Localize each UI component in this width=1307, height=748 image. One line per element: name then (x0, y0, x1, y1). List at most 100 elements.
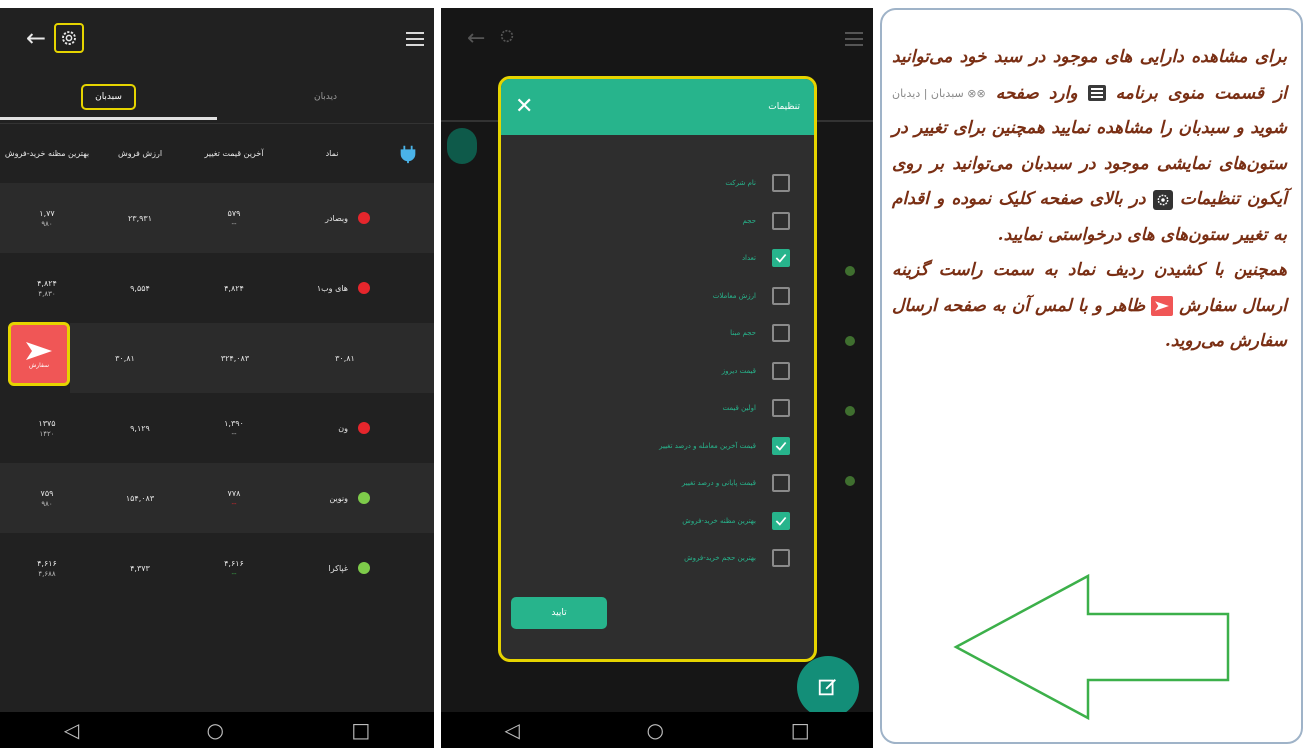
send-order-button[interactable]: سفارش (8, 322, 70, 386)
best-price: ۱۳۷۵ (38, 418, 56, 428)
settings-button[interactable] (54, 23, 84, 53)
status-dot (358, 212, 370, 224)
checkbox-unchecked[interactable] (772, 286, 790, 305)
plugin-icon[interactable] (382, 143, 434, 165)
column-option-label: قیمت آخرین معامله و درصد تغییر (659, 441, 756, 450)
confirm-button[interactable]: تایید (511, 597, 607, 629)
back-arrow-icon: ← (467, 26, 486, 51)
best-price-sub: ۴,۶۸۸ (38, 569, 56, 578)
column-option[interactable]: نام شرکت (725, 165, 790, 201)
status-dot (845, 336, 855, 346)
column-header-best: بهترین مظنه خرید-فروش (4, 149, 90, 158)
tab-didban[interactable]: دیدبان (217, 74, 434, 120)
nav-home-icon[interactable]: ○ (647, 718, 664, 742)
tab-sabadban-label: سبدبان (81, 84, 136, 110)
column-option-label: تعداد (741, 254, 756, 262)
status-dot (358, 492, 370, 504)
instruction-p1b: وارد صفحه (995, 82, 1078, 103)
binoculars-icon: ⊗⊗ (967, 86, 986, 100)
table-row[interactable]: ۴,۶۱۶ ۴,۶۸۸ ۴,۳۷۳ ۴,۶۱۶ -- غپاکرا (0, 533, 434, 603)
dimmed-chip (447, 128, 477, 164)
settings-dialog-screen: ← ✕ تنظیمات نام شرکت حجم تعداد ارزش معاملات… (441, 8, 873, 748)
column-header-symbol: نماد (325, 149, 339, 158)
column-option-label: اولین قیمت (722, 404, 756, 412)
column-option[interactable]: حجم مبنا (730, 315, 790, 351)
android-nav-bar: ◁ ○ □ (441, 712, 873, 748)
tab-didban-label: دیدبان (313, 92, 338, 102)
column-option-label: ارزش معاملات (712, 291, 756, 300)
checkbox-unchecked[interactable] (772, 361, 790, 380)
checkbox-unchecked[interactable] (772, 549, 790, 567)
best-price-sub: ۹۸۰ (41, 219, 53, 228)
active-tab-indicator (0, 117, 217, 120)
column-option[interactable]: ارزش معاملات (713, 278, 790, 314)
column-option-label: بهترین حجم خرید-فروش (684, 554, 756, 562)
best-price-sub: ۱۴۲۰ (39, 429, 55, 438)
dialog-header: ✕ تنظیمات (501, 79, 814, 135)
send-icon (26, 341, 52, 360)
nav-home-icon[interactable]: ○ (207, 718, 224, 742)
column-option[interactable]: تعداد (742, 240, 790, 276)
settings-dialog: ✕ تنظیمات نام شرکت حجم تعداد ارزش معاملات حج… (498, 76, 817, 662)
android-nav-bar: ◁ ○ □ (0, 712, 434, 748)
last-price: ۱,۳۹۰ (224, 418, 244, 428)
best-price: ۴,۶۱۶ (37, 558, 57, 568)
checkmark-icon (775, 516, 787, 526)
symbol-name: ون (338, 423, 348, 433)
column-option[interactable]: قیمت آخرین معامله و درصد تغییر (659, 428, 790, 464)
table-row[interactable]: ۷۵۹ ۹۸۰ ۱۵۴,۰۸۳ ۷۷۸ -- ونوین (0, 463, 434, 533)
tab-sabadban[interactable]: سبدبان (0, 74, 217, 120)
checkbox-checked[interactable] (772, 436, 790, 455)
gear-icon (1152, 189, 1173, 210)
nav-back-icon[interactable]: ◁ (504, 718, 519, 742)
status-dot (358, 282, 370, 294)
column-option[interactable]: قیمت پایانی و درصد تغییر (682, 465, 790, 501)
status-dot (358, 562, 370, 574)
status-dot (845, 266, 855, 276)
status-dot (845, 406, 855, 416)
column-option[interactable]: قیمت دیروز (722, 353, 790, 389)
best-price: ۱,۷۷ (39, 208, 55, 218)
last-price: ۷۷۸ (227, 488, 241, 498)
watchlist-screen: ← سبدبان دیدبان بهترین مظنه خرید-فروش ار… (0, 8, 434, 748)
column-option[interactable]: بهترین مظنه خرید-فروش (682, 503, 790, 539)
checkbox-unchecked[interactable] (772, 399, 790, 417)
checkbox-checked[interactable] (772, 511, 790, 530)
checkbox-unchecked[interactable] (772, 211, 790, 230)
checkbox-checked[interactable] (772, 249, 790, 267)
symbol-name: های وب۱ (316, 283, 348, 293)
column-header-last: آخرین قیمت تغییر (204, 149, 264, 158)
sell-value: ۳۲۴,۰۸۳ (220, 353, 250, 363)
instruction-panel: برای مشاهده دارایی های موجود در سبد خود … (880, 8, 1303, 744)
checkbox-unchecked[interactable] (772, 324, 790, 342)
close-icon[interactable]: ✕ (515, 96, 533, 118)
column-option[interactable]: حجم (742, 203, 790, 239)
table-row-swiped[interactable]: ۳۰,۸۱ ۳۲۴,۰۸۳ ۳۰,۸۱ (70, 323, 434, 393)
menu-icon (845, 32, 863, 46)
nav-back-icon[interactable]: ◁ (64, 718, 79, 742)
nav-recents-icon[interactable]: □ (791, 718, 810, 742)
edit-icon (818, 679, 836, 696)
symbol-name: ونوین (329, 493, 348, 503)
last-price-change: -- (231, 569, 237, 578)
back-arrow-icon[interactable]: ← (26, 26, 46, 50)
checkbox-unchecked[interactable] (772, 174, 790, 192)
symbol-name: وبصادر (325, 213, 348, 223)
table-row[interactable]: ۱,۷۷ ۹۸۰ ۲۳,۹۳۱ ۵۷۹ -- وبصادر (0, 183, 434, 253)
last-price: ۵۷۹ (227, 208, 241, 218)
table-row[interactable]: ۴,۸۲۴ ۴,۸۳۰ ۹,۵۵۴ ۴,۸۲۴ های وب۱ (0, 253, 434, 323)
left-arrow-icon (953, 573, 1230, 721)
column-option[interactable]: بهترین حجم خرید-فروش (684, 540, 790, 576)
gear-icon (62, 31, 76, 45)
edit-fab[interactable] (797, 656, 859, 718)
left-arrow-graphic (952, 572, 1232, 726)
column-option-label: حجم (742, 216, 756, 225)
menu-icon[interactable] (406, 32, 424, 46)
column-header-value: ارزش فروش (117, 149, 163, 158)
column-option[interactable]: اولین قیمت (722, 390, 790, 426)
status-dot (845, 476, 855, 486)
table-row[interactable]: ۱۳۷۵ ۱۴۲۰ ۹,۱۲۹ ۱,۳۹۰ -- ون (0, 393, 434, 463)
checkbox-unchecked[interactable] (772, 474, 790, 492)
nav-recents-icon[interactable]: □ (351, 718, 370, 742)
last-price: ۴,۸۲۴ (224, 283, 244, 293)
